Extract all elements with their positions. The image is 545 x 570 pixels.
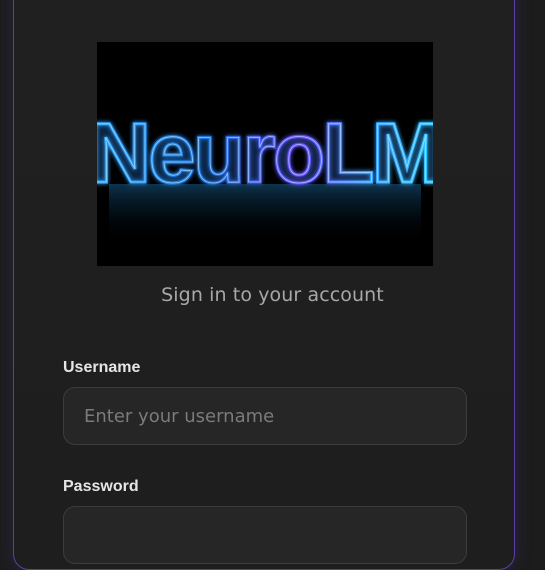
logo-wordmark: NeuroLM NeuroLM <box>97 42 433 266</box>
username-label: Username <box>63 359 141 376</box>
logo-text-highlight: NeuroLM <box>97 106 433 200</box>
sign-in-subtitle: Sign in to your account <box>161 284 384 306</box>
neurolm-logo: NeuroLM NeuroLM <box>97 42 433 266</box>
password-input[interactable] <box>63 506 467 564</box>
password-label: Password <box>63 478 139 495</box>
username-input[interactable] <box>63 387 467 445</box>
